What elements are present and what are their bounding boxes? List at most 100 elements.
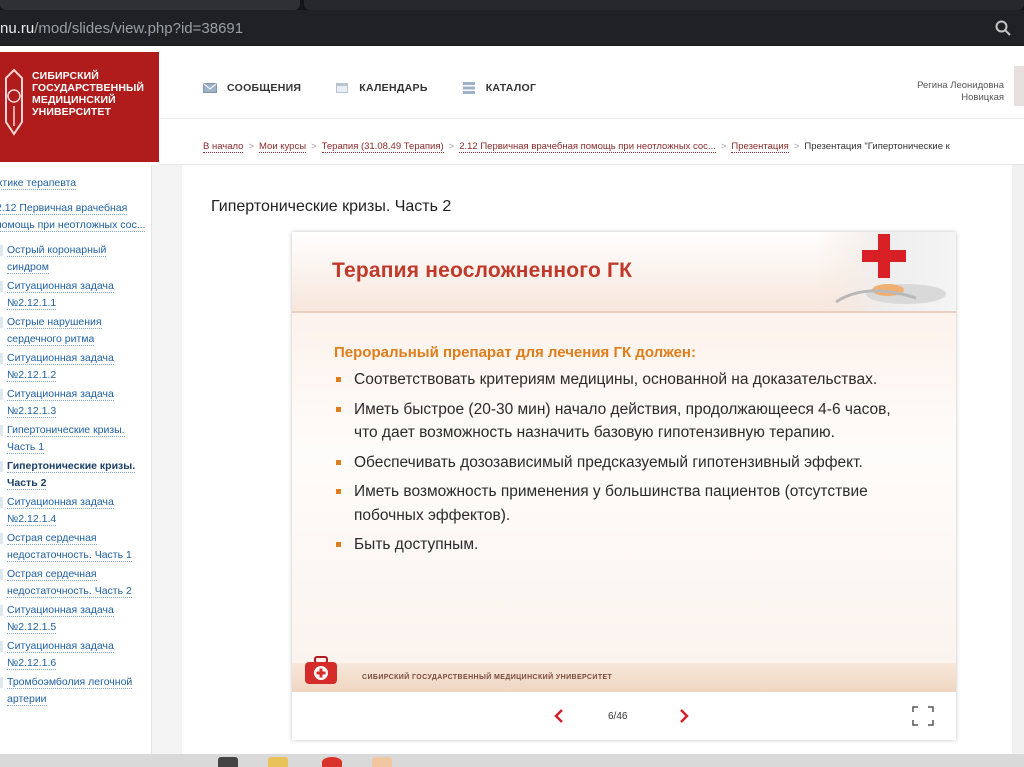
sidebar-item[interactable]: Ситуационная задача №2.12.1.4 (0, 494, 151, 528)
slide-bullets: Соответствовать критериям медицины, осно… (334, 368, 894, 563)
web-page: СИБИРСКИЙ ГОСУДАРСТВЕННЫЙ МЕДИЦИНСКИЙ УН… (0, 46, 1024, 754)
calendar-icon (336, 83, 349, 93)
sidebar-item[interactable]: Ситуационная задача №2.12.1.3 (0, 386, 151, 420)
user-menu[interactable]: Регина Леонидовна Новицкая (917, 80, 1004, 104)
slide: Терапия неосложненного ГК Пероральный пр… (292, 232, 956, 692)
taskbar-app[interactable] (372, 757, 392, 767)
logo-line: ГОСУДАРСТВЕННЫЙ (32, 82, 145, 94)
breadcrumb: В начало > Мои курсы > Терапия (31.08.49 Тер… (203, 141, 950, 153)
sidebar-item[interactable]: Ситуационная задача №2.12.1.1 (0, 278, 151, 312)
breadcrumb-my-courses[interactable]: Мои курсы (259, 141, 307, 153)
sidebar-item-label: Ситуационная задача №2.12.1.4 (7, 496, 114, 526)
sidebar-item-label: рактике терапевта (0, 177, 77, 190)
search-icon[interactable] (994, 19, 1012, 37)
sidebar-item[interactable]: Острый коронарный синдром (0, 242, 151, 276)
sidebar-item-label: Ситуационная задача №2.12.1.1 (7, 280, 114, 310)
sidebar-item[interactable]: Ситуационная задача №2.12.1.6 (0, 638, 151, 672)
sidebar-item[interactable]: Тромбоэмболия легочной артерии (0, 674, 151, 708)
sidebar-item-label: Острая сердечная недостаточность. Часть … (7, 568, 132, 598)
sidebar-item[interactable]: Гипертонические кризы. Часть 1 (0, 422, 151, 456)
sidebar-item-label: Ситуационная задача №2.12.1.2 (7, 352, 114, 382)
nav-messages[interactable]: СООБЩЕНИЯ (203, 82, 301, 94)
nav-calendar[interactable]: КАЛЕНДАРЬ (335, 82, 427, 94)
taskbar-app[interactable] (218, 757, 238, 767)
nav-catalog[interactable]: КАТАЛОГ (462, 82, 537, 94)
breadcrumb-separator: > (793, 141, 800, 152)
url-text[interactable]: nu.ru/mod/slides/view.php?id=38691 (0, 20, 243, 37)
url-path: /mod/slides/view.php?id=38691 (34, 20, 244, 37)
taskbar-app[interactable] (268, 757, 288, 767)
logo-line: МЕДИЦИНСКИЙ (32, 94, 116, 106)
slide-footer-text: СИБИРСКИЙ ГОСУДАРСТВЕННЫЙ МЕДИЦИНСКИЙ УН… (362, 674, 613, 681)
slide-lead: Пероральный препарат для лечения ГК долж… (334, 344, 696, 361)
logo-line: УНИВЕРСИТЕТ (32, 106, 112, 118)
sidebar-item[interactable]: Ситуационная задача №2.12.1.5 (0, 602, 151, 636)
sidebar-item-label: Тромбоэмболия легочной артерии (7, 676, 133, 706)
sidebar-item-label: Острая сердечная недостаточность. Часть … (7, 532, 132, 562)
address-bar[interactable]: nu.ru/mod/slides/view.php?id=38691 (0, 10, 1024, 46)
breadcrumb-divider (159, 164, 1024, 165)
breadcrumb-presentation[interactable]: Презентация (731, 141, 789, 153)
sidebar-item-label: Гипертонические кризы. Часть 1 (7, 424, 125, 454)
sidebar-item-label: Гипертонические кризы. Часть 2 (7, 460, 136, 490)
logo-text: СИБИРСКИЙ ГОСУДАРСТВЕННЫЙ МЕДИЦИНСКИЙ УН… (32, 70, 144, 118)
breadcrumb-separator: > (311, 141, 317, 152)
breadcrumb-separator: > (720, 141, 727, 152)
header-divider (159, 118, 1024, 119)
breadcrumb-course[interactable]: Терапия (31.08.49 Терапия) (321, 141, 444, 153)
avatar[interactable] (1014, 66, 1024, 106)
prev-arrow-icon[interactable] (552, 708, 566, 724)
sidebar-item[interactable]: Острая сердечная недостаточность. Часть … (0, 530, 151, 564)
course-sidebar: рактике терапевта 2.12 Первичная врачебн… (0, 165, 152, 754)
breadcrumb-section[interactable]: 2.12 Первичная врачебная помощь при неот… (459, 141, 716, 153)
slide-bullet: Быть доступным. (334, 533, 894, 557)
browser-tab-strip (0, 0, 1024, 10)
breadcrumb-home[interactable]: В начало (203, 141, 244, 153)
sidebar-item[interactable]: Ситуационная задача №2.12.1.2 (0, 350, 151, 384)
breadcrumb-separator: > (248, 141, 255, 152)
next-arrow-icon[interactable] (677, 708, 691, 724)
university-logo[interactable]: СИБИРСКИЙ ГОСУДАРСТВЕННЫЙ МЕДИЦИНСКИЙ УН… (0, 52, 159, 162)
slide-bullet: Соответствовать критериям медицины, осно… (334, 368, 894, 392)
sidebar-item-active[interactable]: Гипертонические кризы. Часть 2 (0, 458, 151, 492)
taskbar-app[interactable] (322, 757, 342, 767)
sidebar-item[interactable]: Острая сердечная недостаточность. Часть … (0, 566, 151, 600)
slide-title: Терапия неосложненного ГК (332, 259, 633, 282)
sidebar-item[interactable]: Острые нарушения сердечного ритма (0, 314, 151, 348)
university-emblem-icon (5, 68, 23, 136)
nav-calendar-label: КАЛЕНДАРЬ (359, 82, 428, 94)
page-title: Гипертонические кризы. Часть 2 (211, 198, 452, 215)
slide-controls: 6/46 (292, 692, 956, 740)
breadcrumb-current: Презентация "Гипертонические к (804, 141, 950, 152)
red-cross-icon (816, 232, 956, 311)
taskbar (0, 754, 1024, 767)
sidebar-item-label: Острые нарушения сердечного ритма (7, 316, 102, 346)
sidebar-item[interactable]: рактике терапевта (0, 175, 151, 192)
logo-line: СИБИРСКИЙ (32, 70, 99, 82)
user-first-name: Регина Леонидовна (917, 80, 1004, 91)
page-scrollbar[interactable] (1012, 165, 1024, 754)
sidebar-item-label: Ситуационная задача №2.12.1.3 (7, 388, 114, 418)
url-host: nu.ru (0, 20, 35, 37)
user-last-name: Новицкая (961, 92, 1004, 103)
medkit-icon (305, 656, 337, 684)
envelope-icon (203, 83, 217, 93)
nav-messages-label: СООБЩЕНИЯ (227, 82, 302, 94)
slide-bullet: Обеспечивать дозозависимый предсказуемый… (334, 451, 894, 475)
browser-tab[interactable] (304, 0, 1024, 10)
browser-tab[interactable] (0, 0, 300, 10)
sidebar-item-label: Ситуационная задача №2.12.1.5 (7, 604, 114, 634)
sidebar-item-section[interactable]: 2.12 Первичная врачебная помощь при неот… (0, 200, 151, 234)
nav-catalog-label: КАТАЛОГ (485, 82, 537, 94)
sidebar-item-label: Ситуационная задача №2.12.1.6 (7, 640, 114, 670)
fullscreen-icon[interactable] (912, 706, 934, 726)
slide-counter: 6/46 (608, 711, 628, 722)
slide-bullet: Иметь возможность применения у большинст… (334, 480, 894, 527)
sidebar-item-label: Острый коронарный синдром (7, 244, 107, 274)
breadcrumb-separator: > (448, 141, 455, 152)
slide-bullet: Иметь быстрое (20-30 мин) начало действи… (334, 398, 894, 445)
top-nav: СООБЩЕНИЯ КАЛЕНДАРЬ КАТАЛОГ (203, 82, 536, 94)
catalog-icon (462, 82, 475, 94)
slide-viewer: Терапия неосложненного ГК Пероральный пр… (292, 232, 956, 740)
sidebar-item-label: 2.12 Первичная врачебная помощь при неот… (0, 202, 146, 232)
